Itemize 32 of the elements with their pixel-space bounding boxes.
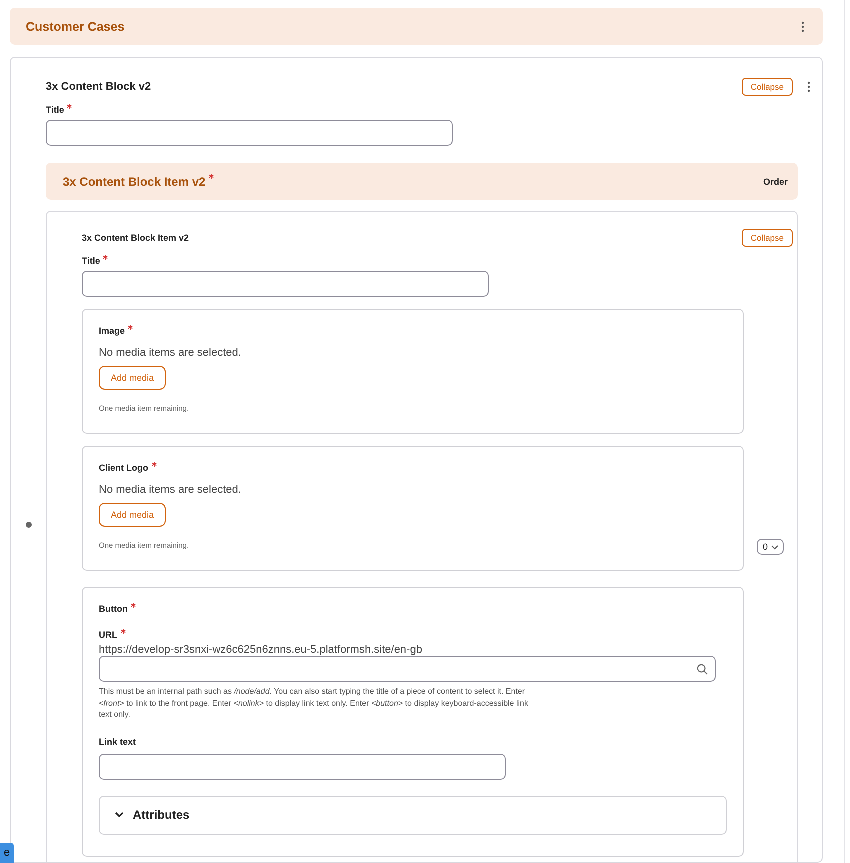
block-title: 3x Content Block v2 bbox=[46, 81, 152, 93]
add-media-button[interactable]: Add media bbox=[99, 366, 166, 390]
more-options-icon[interactable] bbox=[801, 20, 805, 32]
url-description: This must be an internal path such as /node/add. You can also start typing the title of a piece of content to select it. Enter <front> to link to the front page. Enter <nolink> to display link text only. Enter <button> to display keyboard-accessible link text only. bbox=[99, 686, 529, 721]
media-status-text: No media items are selected. bbox=[99, 484, 242, 496]
attributes-toggle[interactable]: Attributes bbox=[99, 796, 727, 835]
field-label: Title bbox=[46, 105, 64, 115]
corner-tab[interactable]: e bbox=[0, 843, 14, 863]
field-label: Button bbox=[99, 604, 128, 614]
collapse-button[interactable]: Collapse bbox=[742, 78, 793, 96]
field-label: Client Logo bbox=[99, 463, 148, 473]
more-options-icon[interactable] bbox=[807, 81, 811, 93]
title-input-field[interactable] bbox=[82, 271, 489, 297]
weight-select[interactable]: 0 bbox=[756, 539, 784, 555]
section-title: Customer Cases bbox=[26, 20, 125, 34]
url-input-field[interactable] bbox=[99, 656, 716, 682]
link-text-input-field[interactable] bbox=[99, 754, 506, 780]
field-label: Link text bbox=[99, 736, 136, 747]
items-title: 3x Content Block Item v2 bbox=[63, 174, 206, 188]
add-media-button[interactable]: Add media bbox=[99, 503, 166, 527]
field-label: URL bbox=[99, 630, 118, 640]
title-input-field[interactable] bbox=[46, 120, 453, 146]
order-link[interactable]: Order bbox=[763, 176, 788, 186]
drag-handle[interactable] bbox=[26, 522, 32, 528]
field-label: Title bbox=[82, 256, 100, 266]
item-title: 3x Content Block Item v2 bbox=[82, 233, 190, 243]
url-prefix: https://develop-sr3snxi-wz6c625n6znns.eu-5.platformsh.site/en-gb bbox=[99, 644, 424, 656]
media-status-text: No media items are selected. bbox=[99, 347, 242, 359]
field-label: Image bbox=[99, 326, 126, 336]
collapse-button[interactable]: Collapse bbox=[742, 229, 793, 247]
chevron-down-icon bbox=[771, 544, 779, 550]
search-icon bbox=[697, 664, 708, 674]
